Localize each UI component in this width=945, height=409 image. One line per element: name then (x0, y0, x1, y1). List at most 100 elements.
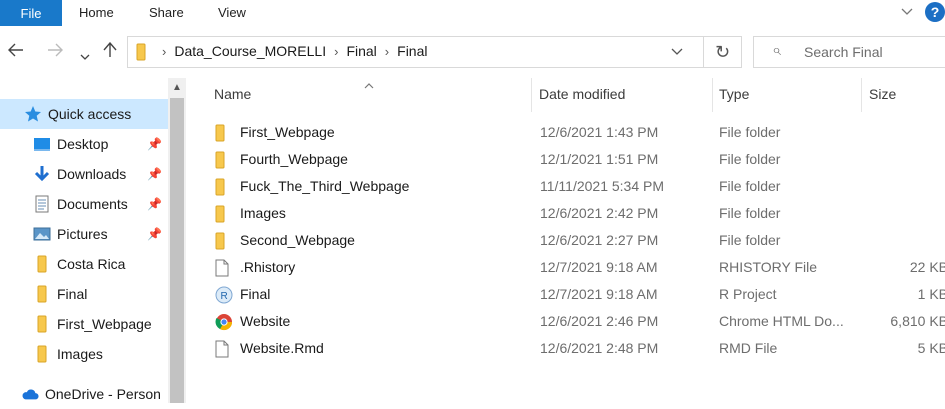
sidebar-item-costa-rica[interactable]: Costa Rica (0, 249, 168, 279)
scroll-up-arrow-icon[interactable]: ▲ (168, 78, 186, 96)
table-row[interactable]: Website 12/6/2021 2:46 PM Chrome HTML Do… (186, 308, 945, 335)
file-type: R Project (719, 286, 777, 302)
file-type: Chrome HTML Do... (719, 313, 844, 329)
sidebar-item-desktop[interactable]: Desktop 📌 (0, 129, 168, 159)
documents-icon (33, 195, 51, 213)
column-header-size[interactable]: Size (869, 86, 896, 102)
table-row[interactable]: First_Webpage 12/6/2021 1:43 PM File fol… (186, 119, 945, 146)
column-divider[interactable] (712, 78, 713, 112)
column-divider[interactable] (861, 78, 862, 112)
sidebar-item-documents[interactable]: Documents 📌 (0, 189, 168, 219)
file-name: First_Webpage (240, 124, 335, 140)
sidebar-item-label: Final (57, 286, 88, 302)
pin-icon[interactable]: 📌 (147, 137, 162, 151)
file-type: RMD File (719, 340, 778, 356)
table-row[interactable]: Second_Webpage 12/6/2021 2:27 PM File fo… (186, 227, 945, 254)
sidebar-item-label: Documents (57, 196, 128, 212)
file-date: 12/6/2021 2:48 PM (540, 340, 659, 356)
refresh-icon[interactable]: ↻ (703, 37, 741, 67)
breadcrumb-item[interactable]: Final (346, 43, 376, 59)
folder-icon (136, 43, 152, 61)
address-bar[interactable]: › Data_Course_MORELLI › Final › Final ↻ (127, 36, 742, 68)
sidebar-item-onedrive[interactable]: OneDrive - Person (0, 379, 168, 409)
file-size: 6,810 KB (890, 313, 945, 329)
table-row[interactable]: R Final 12/7/2021 9:18 AM R Project 1 KB (186, 281, 945, 308)
table-row[interactable]: Fourth_Webpage 12/1/2021 1:51 PM File fo… (186, 146, 945, 173)
column-divider[interactable] (531, 78, 532, 112)
sidebar-item-label: Downloads (57, 166, 127, 182)
tab-file[interactable]: File (0, 0, 62, 26)
file-type: File folder (719, 232, 781, 248)
tab-home[interactable]: Home (79, 5, 114, 20)
desktop-icon (33, 135, 51, 153)
file-date: 12/1/2021 1:51 PM (540, 151, 659, 167)
breadcrumb-separator-icon[interactable]: › (334, 44, 338, 59)
file-name: Website (240, 313, 291, 329)
file-name: Website.Rmd (240, 340, 324, 356)
scroll-thumb[interactable] (170, 98, 184, 403)
file-type: File folder (719, 205, 781, 221)
folder-icon (215, 205, 233, 223)
star-icon (24, 105, 42, 123)
ribbon-collapse-chevron-icon[interactable] (897, 2, 917, 22)
sidebar-item-images[interactable]: Images (0, 339, 168, 369)
breadcrumb-item[interactable]: Data_Course_MORELLI (174, 43, 326, 59)
column-header-name[interactable]: Name (214, 86, 251, 102)
pictures-icon (33, 225, 51, 243)
file-type: RHISTORY File (719, 259, 818, 275)
pin-icon[interactable]: 📌 (147, 197, 162, 211)
table-row[interactable]: Images 12/6/2021 2:42 PM File folder (186, 200, 945, 227)
sidebar-item-downloads[interactable]: Downloads 📌 (0, 159, 168, 189)
file-date: 12/7/2021 9:18 AM (540, 259, 658, 275)
recent-locations-chevron-icon[interactable] (80, 46, 90, 64)
file-size: 5 KB (917, 340, 945, 356)
sidebar-item-label: First_Webpage (57, 316, 152, 332)
chrome-icon (215, 313, 233, 331)
breadcrumb-separator-icon[interactable]: › (385, 44, 389, 59)
folder-icon (33, 285, 51, 303)
tab-share[interactable]: Share (149, 5, 184, 20)
forward-arrow-icon[interactable] (47, 42, 63, 60)
sidebar-item-quick-access[interactable]: Quick access (0, 99, 168, 129)
sidebar-item-label: Pictures (57, 226, 108, 242)
file-name: Fourth_Webpage (240, 151, 348, 167)
search-box[interactable]: ⌕ Search Final (753, 36, 945, 68)
file-name: Fuck_The_Third_Webpage (240, 178, 410, 194)
search-input[interactable]: Search Final (804, 44, 883, 60)
table-row[interactable]: .Rhistory 12/7/2021 9:18 AM RHISTORY Fil… (186, 254, 945, 281)
file-name: Second_Webpage (240, 232, 355, 248)
navigation-pane: Quick access Desktop 📌 Downloads 📌 Docum… (0, 78, 186, 403)
up-arrow-icon[interactable] (103, 41, 117, 61)
tab-view[interactable]: View (218, 5, 246, 20)
folder-icon (33, 255, 51, 273)
table-row[interactable]: Fuck_The_Third_Webpage 11/11/2021 5:34 P… (186, 173, 945, 200)
file-date: 12/6/2021 2:27 PM (540, 232, 659, 248)
table-row[interactable]: Website.Rmd 12/6/2021 2:48 PM RMD File 5… (186, 335, 945, 362)
sidebar-item-final[interactable]: Final (0, 279, 168, 309)
back-arrow-icon[interactable] (8, 42, 24, 60)
address-dropdown-chevron-icon[interactable] (671, 42, 683, 63)
file-date: 12/6/2021 1:43 PM (540, 124, 659, 140)
sidebar-item-label: Quick access (48, 106, 132, 122)
folder-icon (215, 151, 233, 169)
column-header-date[interactable]: Date modified (539, 86, 625, 102)
sidebar-scrollbar[interactable]: ▲ (168, 78, 186, 403)
search-icon: ⌕ (772, 42, 781, 59)
file-type: File folder (719, 178, 781, 194)
help-button[interactable]: ? (925, 2, 945, 22)
file-date: 12/7/2021 9:18 AM (540, 286, 658, 302)
file-icon (215, 340, 233, 358)
column-header-type[interactable]: Type (719, 86, 749, 102)
sidebar-item-label: Costa Rica (57, 256, 126, 272)
sort-ascending-icon (364, 78, 374, 92)
pin-icon[interactable]: 📌 (147, 167, 162, 181)
breadcrumb-item[interactable]: Final (397, 43, 427, 59)
sidebar-item-first-webpage[interactable]: First_Webpage (0, 309, 168, 339)
file-date: 11/11/2021 5:34 PM (540, 178, 665, 194)
file-date: 12/6/2021 2:42 PM (540, 205, 659, 221)
sidebar-item-label: OneDrive - Person (45, 386, 161, 402)
sidebar-item-pictures[interactable]: Pictures 📌 (0, 219, 168, 249)
file-name: .Rhistory (240, 259, 296, 275)
breadcrumb-separator-icon[interactable]: › (162, 44, 166, 59)
pin-icon[interactable]: 📌 (147, 227, 162, 241)
